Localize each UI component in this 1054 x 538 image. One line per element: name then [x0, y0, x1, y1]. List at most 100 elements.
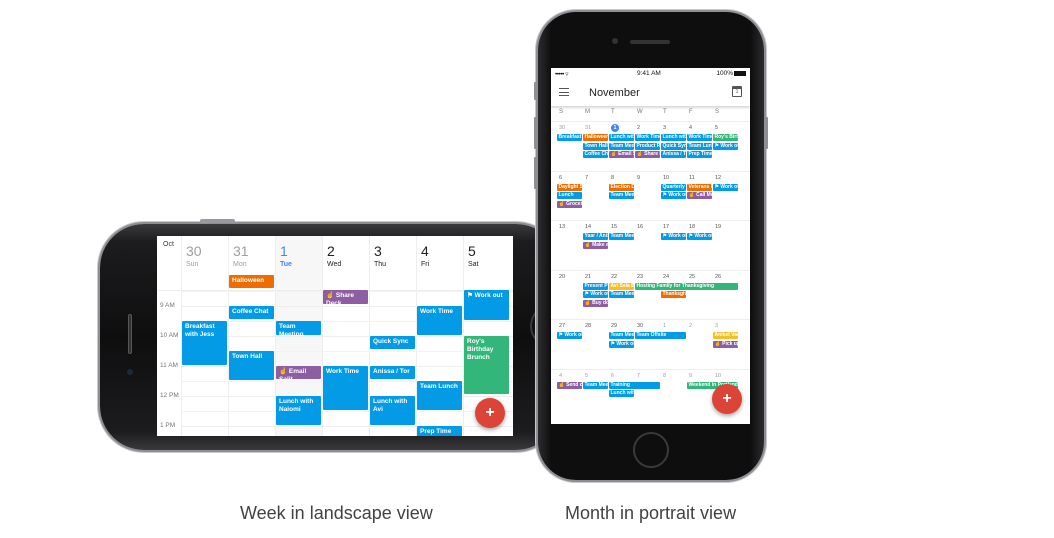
day-date[interactable]: 13	[559, 224, 565, 230]
month-event[interactable]: Daylight Saving	[557, 183, 582, 191]
day-date[interactable]: 20	[559, 274, 565, 280]
calendar-event[interactable]: Coffee Chat	[229, 306, 274, 319]
day-date[interactable]: 10	[715, 373, 721, 379]
month-event[interactable]: ⚑ Work out	[609, 340, 634, 348]
month-title[interactable]: November	[589, 87, 640, 99]
month-event[interactable]: ⚑ Work out	[583, 291, 608, 298]
day-date[interactable]: 4	[559, 373, 562, 379]
day-date[interactable]: 17	[663, 224, 669, 230]
today-date[interactable]: 1	[611, 124, 619, 132]
day-date[interactable]: 30	[559, 125, 565, 131]
day-date[interactable]: 16	[637, 224, 643, 230]
menu-icon[interactable]	[559, 88, 569, 96]
day-date[interactable]: 18	[689, 224, 695, 230]
day-date[interactable]: 3	[715, 323, 718, 329]
day-date[interactable]: 7	[585, 175, 588, 181]
month-event[interactable]: ⚑ Work out	[661, 233, 686, 240]
day-date[interactable]: 21	[585, 274, 591, 280]
calendar-event[interactable]: ☝ Share Deck	[323, 290, 368, 304]
month-event[interactable]: Lunch with	[609, 390, 634, 397]
month-event[interactable]: Product Review	[635, 142, 660, 150]
month-event[interactable]: ⚑ Work out	[557, 332, 582, 339]
day-date[interactable]: 30	[637, 323, 643, 329]
day-date[interactable]: 23	[637, 274, 643, 280]
all-day-event[interactable]: Halloween	[229, 275, 274, 288]
calendar-event[interactable]: Team Meeting	[276, 321, 321, 335]
month-event[interactable]: Election Day	[609, 183, 634, 191]
month-event[interactable]: Quarterly Review	[661, 183, 686, 191]
calendar-event[interactable]: Prep Time	[417, 426, 462, 436]
month-event[interactable]: Prep Time	[687, 151, 712, 158]
month-event[interactable]: Town Hall	[583, 142, 608, 150]
day-date[interactable]: 15	[611, 224, 617, 230]
month-event[interactable]: ☝ Email Salit	[609, 151, 634, 158]
day-date[interactable]: 5	[585, 373, 588, 379]
month-event[interactable]: Anissa / Tor	[661, 151, 686, 158]
day-date[interactable]: 4	[689, 125, 692, 131]
day-date[interactable]: 22	[611, 274, 617, 280]
calendar-event[interactable]: Lunch with Avi	[370, 396, 415, 425]
month-event[interactable]: Aniket Vacation	[713, 332, 738, 339]
day-date[interactable]: 19	[715, 224, 721, 230]
month-event[interactable]: Work Time	[687, 134, 712, 141]
create-event-button[interactable]: +	[475, 398, 505, 428]
day-date[interactable]: 8	[611, 175, 614, 181]
month-event[interactable]: Training	[609, 381, 660, 389]
month-event[interactable]: Team Lunch	[687, 142, 712, 150]
month-event[interactable]: Veterans Day	[687, 183, 712, 191]
month-event[interactable]: ⚑ Work out	[713, 183, 738, 191]
day-date[interactable]: 12	[715, 175, 721, 181]
month-event[interactable]: Coffee Chat	[583, 151, 608, 158]
month-event[interactable]: Avi Sela B	[609, 282, 634, 290]
day-date[interactable]: 24	[663, 274, 669, 280]
month-event[interactable]: ☝ Call Mom	[687, 192, 712, 199]
day-date[interactable]: 2	[689, 323, 692, 329]
month-event[interactable]: Breakfast with Jess	[557, 134, 582, 141]
day-date[interactable]: 6	[559, 175, 562, 181]
day-date[interactable]: 9	[689, 373, 692, 379]
calendar-event[interactable]: ☝ Email Salit	[276, 366, 321, 379]
month-event[interactable]: Team Meeting	[609, 332, 634, 339]
month-event[interactable]: ☝ Send card	[557, 381, 582, 389]
month-event[interactable]: Halloween	[583, 134, 608, 141]
month-event[interactable]: Quick Sync	[661, 142, 686, 150]
day-date[interactable]: 31	[585, 125, 591, 131]
create-event-button[interactable]: +	[712, 384, 742, 414]
calendar-event[interactable]: Anissa / Tor	[370, 366, 415, 379]
month-event[interactable]: ⚑ Work out	[687, 233, 712, 240]
month-event[interactable]: ☝ Share Deck	[635, 151, 660, 158]
calendar-event[interactable]: ⚑ Work out	[464, 290, 509, 320]
day-date[interactable]: 3	[663, 125, 666, 131]
calendar-event[interactable]: Lunch with Naiomi	[276, 396, 321, 425]
day-date[interactable]: 10	[663, 175, 669, 181]
month-event[interactable]: ☝ Buy doughnuts	[583, 299, 608, 307]
calendar-event[interactable]: Town Hall	[229, 351, 274, 380]
month-event[interactable]: Present Project	[583, 282, 608, 290]
day-date[interactable]: 7	[637, 373, 640, 379]
month-event[interactable]: Team Offsite	[635, 332, 686, 339]
month-event[interactable]: Team Meeting	[609, 192, 634, 199]
month-event[interactable]: Lunch	[557, 192, 582, 199]
month-event[interactable]: Hosting Family for Thanksgiving	[635, 282, 738, 290]
month-event[interactable]: Team Meeting	[609, 291, 634, 298]
month-event[interactable]: Work Time	[635, 134, 660, 141]
month-event[interactable]: Yaar / Anissa	[583, 233, 608, 240]
day-date[interactable]: 5	[715, 125, 718, 131]
month-event[interactable]: ⚑ Work out	[661, 192, 686, 199]
month-event[interactable]: Team Meeting	[609, 142, 634, 150]
day-date[interactable]: 2	[637, 125, 640, 131]
day-date[interactable]: 29	[611, 323, 617, 329]
month-event[interactable]: ☝ Pick up	[713, 340, 738, 348]
today-calendar-icon[interactable]: 1	[732, 86, 742, 97]
month-event[interactable]: ☝ Groceries	[557, 200, 582, 208]
day-date[interactable]: 26	[715, 274, 721, 280]
day-date[interactable]: 28	[585, 323, 591, 329]
month-event[interactable]: ☝ Make a	[583, 241, 608, 249]
calendar-event[interactable]: Breakfast with Jess	[182, 321, 227, 365]
day-date[interactable]: 11	[689, 175, 695, 181]
calendar-event[interactable]: Team Lunch	[417, 381, 462, 410]
calendar-event[interactable]: Quick Sync	[370, 336, 415, 349]
month-event[interactable]: ⚑ Work out	[713, 142, 738, 150]
month-event[interactable]: Lunch with Avi	[661, 134, 686, 141]
day-date[interactable]: 25	[689, 274, 695, 280]
